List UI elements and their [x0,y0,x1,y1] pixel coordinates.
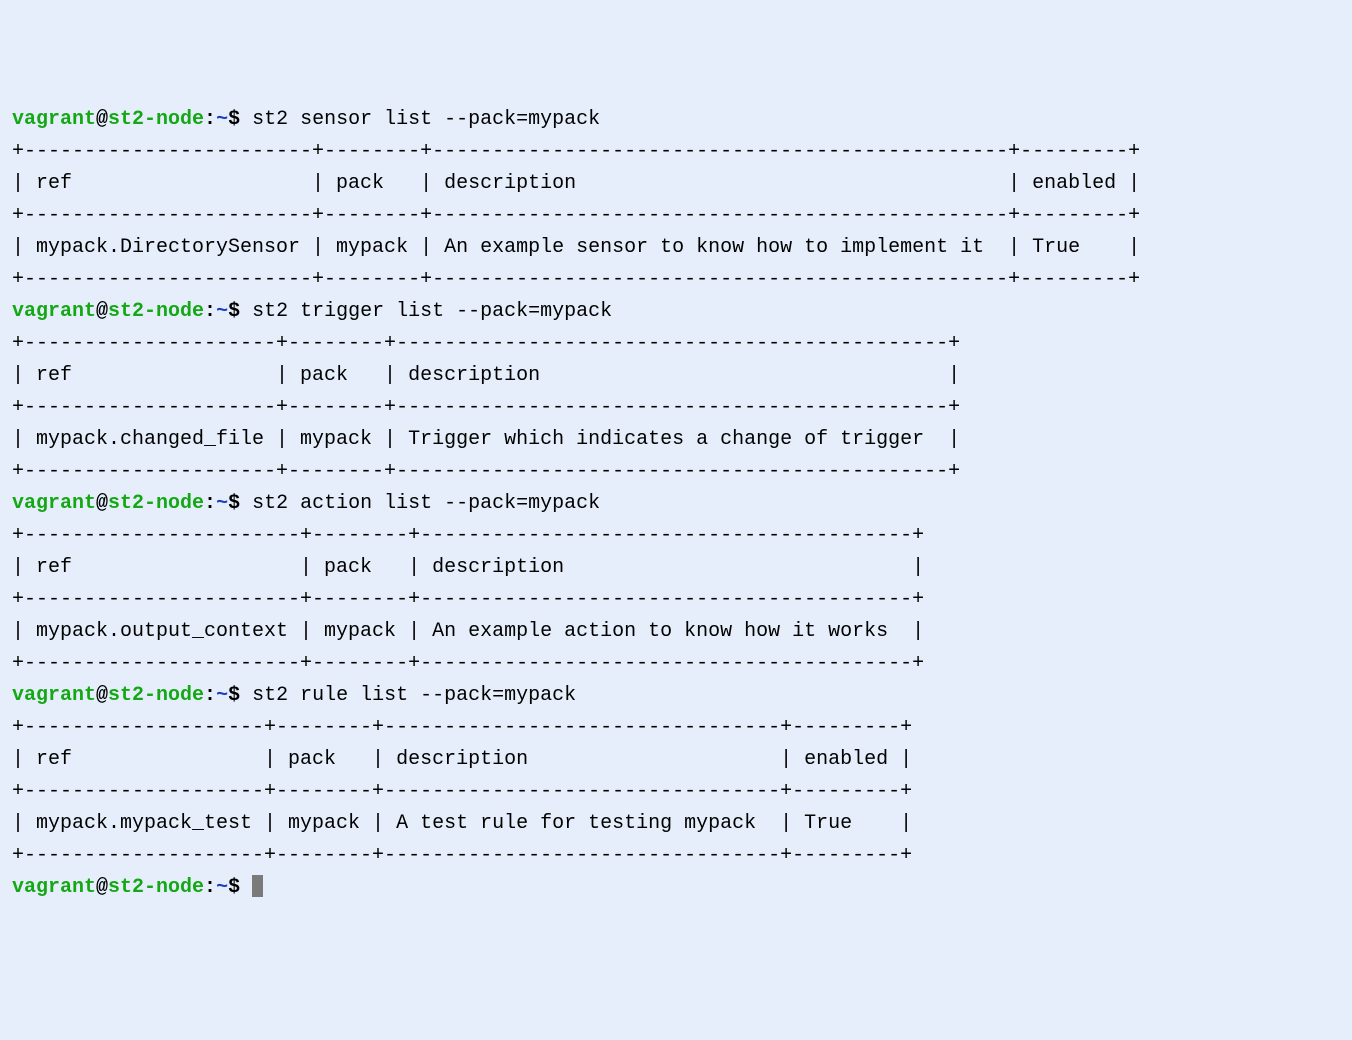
sensor-table-border: +------------------------+--------+-----… [12,268,1140,291]
prompt-host: st2-node [108,108,204,131]
prompt-colon: : [204,300,216,323]
prompt-symbol: $ [228,684,240,707]
action-table-header: | ref | pack | description | [12,556,924,579]
prompt-user: vagrant [12,684,96,707]
sensor-table-header: | ref | pack | description | enabled | [12,172,1140,195]
prompt-cwd: ~ [216,684,228,707]
command-rule: st2 rule list --pack=mypack [252,684,576,707]
command-action: st2 action list --pack=mypack [252,492,600,515]
rule-table-border: +--------------------+--------+---------… [12,844,912,867]
prompt-user: vagrant [12,108,96,131]
command-sensor: st2 sensor list --pack=mypack [252,108,600,131]
prompt-colon: : [204,876,216,899]
action-table-border: +-----------------------+--------+------… [12,652,924,675]
terminal-output[interactable]: vagrant@st2-node:~$ st2 sensor list --pa… [12,104,1340,904]
prompt-at: @ [96,684,108,707]
prompt-cwd: ~ [216,108,228,131]
action-table-border: +-----------------------+--------+------… [12,588,924,611]
prompt-cwd: ~ [216,876,228,899]
prompt-symbol: $ [228,876,240,899]
prompt-user: vagrant [12,300,96,323]
prompt-symbol: $ [228,108,240,131]
rule-table-header: | ref | pack | description | enabled | [12,748,912,771]
prompt-host: st2-node [108,492,204,515]
action-table-row: | mypack.output_context | mypack | An ex… [12,620,924,643]
prompt-cwd: ~ [216,300,228,323]
rule-table-border: +--------------------+--------+---------… [12,716,912,739]
prompt-at: @ [96,492,108,515]
prompt-at: @ [96,108,108,131]
prompt-host: st2-node [108,876,204,899]
prompt-symbol: $ [228,492,240,515]
prompt-colon: : [204,108,216,131]
action-table-border: +-----------------------+--------+------… [12,524,924,547]
cursor [252,875,263,897]
prompt-host: st2-node [108,684,204,707]
command-trigger: st2 trigger list --pack=mypack [252,300,612,323]
prompt-host: st2-node [108,300,204,323]
trigger-table-border: +---------------------+--------+--------… [12,396,960,419]
prompt-at: @ [96,876,108,899]
sensor-table-border: +------------------------+--------+-----… [12,204,1140,227]
trigger-table-border: +---------------------+--------+--------… [12,460,960,483]
prompt-at: @ [96,300,108,323]
prompt-symbol: $ [228,300,240,323]
trigger-table-header: | ref | pack | description | [12,364,960,387]
sensor-table-border: +------------------------+--------+-----… [12,140,1140,163]
rule-table-border: +--------------------+--------+---------… [12,780,912,803]
trigger-table-row: | mypack.changed_file | mypack | Trigger… [12,428,960,451]
prompt-cwd: ~ [216,492,228,515]
trigger-table-border: +---------------------+--------+--------… [12,332,960,355]
prompt-colon: : [204,684,216,707]
sensor-table-row: | mypack.DirectorySensor | mypack | An e… [12,236,1140,259]
prompt-user: vagrant [12,876,96,899]
prompt-user: vagrant [12,492,96,515]
prompt-colon: : [204,492,216,515]
